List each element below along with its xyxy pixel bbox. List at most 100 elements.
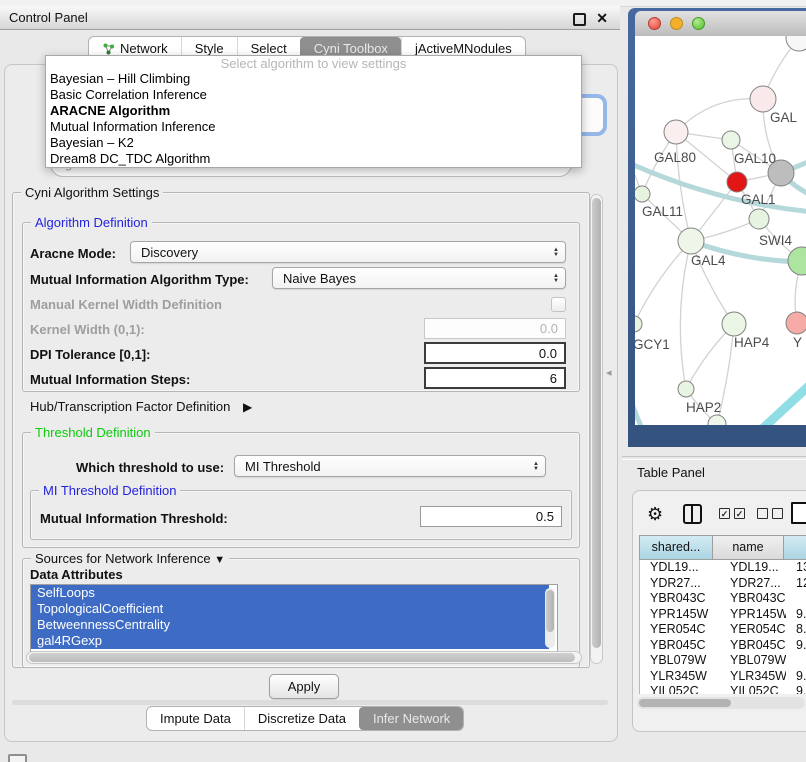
network-graph: GALGAL80GAL10GAL1GAL11SWI4GAL4GCY1HAP4YH… <box>635 36 806 425</box>
algorithm-definition-title: Algorithm Definition <box>31 215 152 230</box>
sources-title[interactable]: Sources for Network Inference ▼ <box>31 551 229 566</box>
zoom-traffic-light-icon[interactable] <box>692 17 705 30</box>
tab-discretize-data[interactable]: Discretize Data <box>244 707 359 730</box>
table-row[interactable]: YBL079WYBL079W <box>640 653 806 669</box>
table-cell: YDL19... <box>714 560 786 576</box>
combo-arrows-icon: ▲▼ <box>553 269 559 288</box>
hub-definition-section[interactable]: Hub/Transcription Factor Definition ▶ <box>30 399 252 414</box>
table-cell: YBL079W <box>640 653 714 669</box>
data-attributes-list[interactable]: SelfLoopsTopologicalCoefficientBetweenne… <box>30 584 558 652</box>
table-toolbar: ⚙ ✓✓ <box>633 501 806 529</box>
table-row[interactable]: YLR345WYLR345W9. <box>640 669 806 685</box>
docked-panel-icon[interactable] <box>8 754 27 762</box>
table-row[interactable]: YPR145WYPR145W9. <box>640 607 806 623</box>
tab-label: jActiveMNodules <box>415 41 512 56</box>
table-cell: YER054C <box>640 622 714 638</box>
node-gal4[interactable] <box>678 228 704 254</box>
attributes-list-scrollbar[interactable] <box>545 588 555 648</box>
table-cell: 9. <box>786 684 806 694</box>
node-gal11[interactable] <box>635 186 650 202</box>
table-cell: 8. <box>786 622 806 638</box>
table-row[interactable]: YBR045CYBR045C9. <box>640 638 806 654</box>
node-unlabeled-bottom[interactable] <box>708 415 726 425</box>
settings-horizontal-scrollbar-thumb[interactable] <box>29 653 575 662</box>
table-cell: YLR345W <box>640 669 714 685</box>
network-edge[interactable] <box>680 241 691 389</box>
column-header-shared[interactable]: shared... <box>639 535 713 560</box>
node-gal-cut[interactable] <box>750 86 776 112</box>
column-header-A[interactable]: A <box>783 535 806 560</box>
data-attribute-item[interactable]: TopologicalCoefficient <box>31 601 549 617</box>
splitter-arrow-icon[interactable]: ◂ <box>606 366 612 379</box>
algorithm-option[interactable]: Basic Correlation Inference <box>46 87 581 103</box>
mi-algorithm-type-combo[interactable]: Naive Bayes ▲▼ <box>272 267 566 289</box>
node-gal1[interactable] <box>749 209 769 229</box>
node-hap2[interactable] <box>678 381 694 397</box>
collapse-arrow-icon[interactable]: ▼ <box>214 554 225 566</box>
network-edge[interactable] <box>676 99 763 132</box>
manual-kernel-width-checkbox[interactable] <box>551 297 566 312</box>
table-cell: YDR27... <box>640 576 714 592</box>
table-cell: YBR045C <box>640 638 714 654</box>
apply-button[interactable]: Apply <box>269 674 339 699</box>
close-traffic-light-icon[interactable] <box>648 17 661 30</box>
expand-arrow-icon[interactable]: ▶ <box>243 400 252 414</box>
network-edge[interactable] <box>635 288 641 425</box>
node-unlabeled-top[interactable] <box>786 36 806 51</box>
mi-threshold-definition-title: MI Threshold Definition <box>39 483 180 498</box>
settings-horizontal-scrollbar[interactable] <box>26 651 582 664</box>
data-attribute-item[interactable]: gal4RGexp <box>31 633 549 649</box>
cyni-algorithm-settings-title: Cyni Algorithm Settings <box>21 185 163 200</box>
network-canvas[interactable]: GALGAL80GAL10GAL1GAL11SWI4GAL4GCY1HAP4YH… <box>635 36 806 425</box>
float-window-icon[interactable] <box>573 13 586 26</box>
tab-label: Cyni Toolbox <box>314 41 388 56</box>
tab-infer-network[interactable]: Infer Network <box>359 707 463 730</box>
table-row[interactable]: YDL19...YDL19...13 <box>640 560 806 576</box>
node-gal10[interactable] <box>722 131 740 149</box>
aracne-mode-combo[interactable]: Discovery ▲▼ <box>130 241 566 263</box>
network-edge[interactable] <box>761 382 806 425</box>
tab-label: Style <box>195 41 224 56</box>
tab-impute-data[interactable]: Impute Data <box>147 707 244 730</box>
data-attribute-item[interactable]: SelfLoops <box>31 585 549 601</box>
node-hap4[interactable] <box>722 312 746 336</box>
node-pink-right[interactable] <box>786 312 806 334</box>
tab-label: Select <box>251 41 287 56</box>
select-all-checkboxes-icon[interactable]: ✓✓ <box>719 508 745 519</box>
table-horizontal-scrollbar[interactable] <box>637 697 805 709</box>
table-row[interactable]: YER054CYER054C8. <box>640 622 806 638</box>
table-row[interactable]: YIL052CYIL052C9. <box>640 684 806 694</box>
algorithm-option[interactable]: Bayesian – Hill Climbing <box>46 71 581 87</box>
column-layout-icon[interactable] <box>683 504 702 524</box>
algorithm-option[interactable]: Bayesian – K2 <box>46 135 581 151</box>
network-icon <box>102 42 115 55</box>
mi-steps-label: Mutual Information Steps: <box>30 372 190 387</box>
network-window-titlebar[interactable] <box>635 11 806 37</box>
deselect-all-checkboxes-icon[interactable] <box>757 508 783 519</box>
settings-vertical-scrollbar-thumb[interactable] <box>592 198 601 648</box>
column-header-name[interactable]: name <box>712 535 784 560</box>
table-horizontal-scrollbar-thumb[interactable] <box>639 699 731 707</box>
node-gcy1[interactable] <box>635 316 642 332</box>
node-label-gcy1: GCY1 <box>635 337 670 352</box>
close-icon[interactable]: ✕ <box>596 10 608 27</box>
algorithm-option[interactable]: ARACNE Algorithm <box>46 103 581 119</box>
settings-vertical-scrollbar[interactable] <box>590 194 603 664</box>
table-row[interactable]: YDR27...YDR27...12 <box>640 576 806 592</box>
algorithm-option[interactable]: Dream8 DC_TDC Algorithm <box>46 151 581 167</box>
table-cell: YPR145W <box>714 607 786 623</box>
table-row[interactable]: YBR043CYBR043C <box>640 591 806 607</box>
dpi-tolerance-input[interactable]: 0.0 <box>424 342 566 364</box>
algorithm-option[interactable]: Mutual Information Inference <box>46 119 581 135</box>
mi-steps-input[interactable]: 6 <box>424 367 566 389</box>
which-threshold-combo[interactable]: MI Threshold ▲▼ <box>234 455 546 477</box>
node-selected-red[interactable] <box>727 172 747 192</box>
document-icon[interactable] <box>791 502 806 524</box>
node-gal80[interactable] <box>664 120 688 144</box>
attributes-list-scrollbar-thumb[interactable] <box>546 590 554 632</box>
data-attribute-item[interactable]: BetweennessCentrality <box>31 617 549 633</box>
minimize-traffic-light-icon[interactable] <box>670 17 683 30</box>
mi-threshold-input[interactable]: 0.5 <box>420 506 562 527</box>
gear-icon[interactable]: ⚙ <box>647 503 663 525</box>
kernel-width-input[interactable]: 0.0 <box>424 318 566 339</box>
